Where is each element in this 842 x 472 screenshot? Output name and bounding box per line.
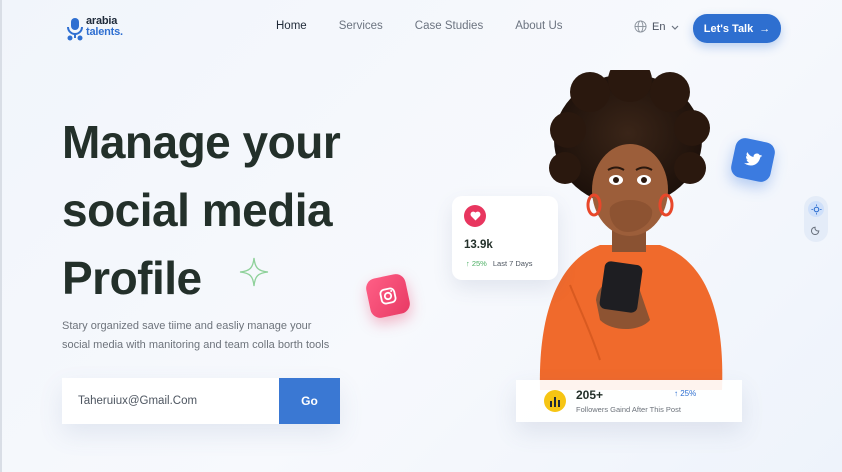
likes-percent-wrap: ↑ 25% [466,259,487,268]
arrow-up-icon: ↑ [466,259,470,268]
followers-card: 205+ ↑ 25% Followers Gaind After This Po… [516,380,742,422]
logo-mark-icon [67,18,83,41]
theme-toggle[interactable] [804,196,828,242]
dark-mode-button[interactable] [808,221,824,237]
lets-talk-button[interactable]: Let's Talk → [693,14,781,43]
twitter-icon [743,152,763,166]
headline-line-2: social media [62,184,333,236]
language-label: En [652,20,666,33]
brand-name: arabia talents. [86,16,123,38]
sun-icon [810,203,822,215]
followers-value: 205+ [576,388,604,402]
light-mode-button[interactable] [808,201,824,217]
twitter-badge[interactable] [729,136,777,184]
followers-percent: 25% [680,389,697,398]
heart-icon [470,211,480,221]
likes-trend: ↑ 25% Last 7 Days [466,259,532,268]
email-signup-form: Go [62,378,340,424]
instagram-badge[interactable] [364,272,412,320]
instagram-icon [379,287,397,305]
main-nav: Home Services Case Studies About Us [276,20,563,32]
hero-subtitle: Stary organized save tiime and easliy ma… [62,317,382,355]
sparkle-icon [239,257,269,287]
language-selector[interactable]: En [634,20,680,33]
lets-talk-label: Let's Talk [703,22,754,35]
subtitle-line-2: social media with manitoring and team co… [62,339,330,351]
nav-home[interactable]: Home [276,20,307,32]
brand-logo[interactable]: arabia talents. [64,14,134,44]
nav-about-us[interactable]: About Us [515,20,562,32]
go-button[interactable]: Go [279,378,340,424]
likes-period: Last 7 Days [492,259,533,268]
email-input[interactable] [62,378,279,424]
likes-percent: 25% [471,259,487,268]
heart-badge [464,205,486,227]
likes-value: 13.9k [464,239,493,251]
brand-line2: talents. [86,26,123,38]
nav-case-studies[interactable]: Case Studies [415,20,483,32]
window-edge [0,0,2,472]
bar-chart-icon [544,390,566,412]
followers-percent-wrap: ↑ 25% [674,389,696,398]
globe-icon [634,20,647,33]
likes-stat-card: 13.9k ↑ 25% Last 7 Days [452,196,558,280]
subtitle-line-1: Stary organized save tiime and easliy ma… [62,320,312,332]
nav-services[interactable]: Services [339,20,383,32]
arrow-up-icon: ↑ [674,389,678,398]
arrow-right-icon: → [759,22,771,35]
headline-line-1: Manage your [62,116,341,168]
moon-icon [810,226,819,235]
followers-label: Followers Gaind After This Post [576,405,681,414]
chevron-down-icon [672,25,679,30]
